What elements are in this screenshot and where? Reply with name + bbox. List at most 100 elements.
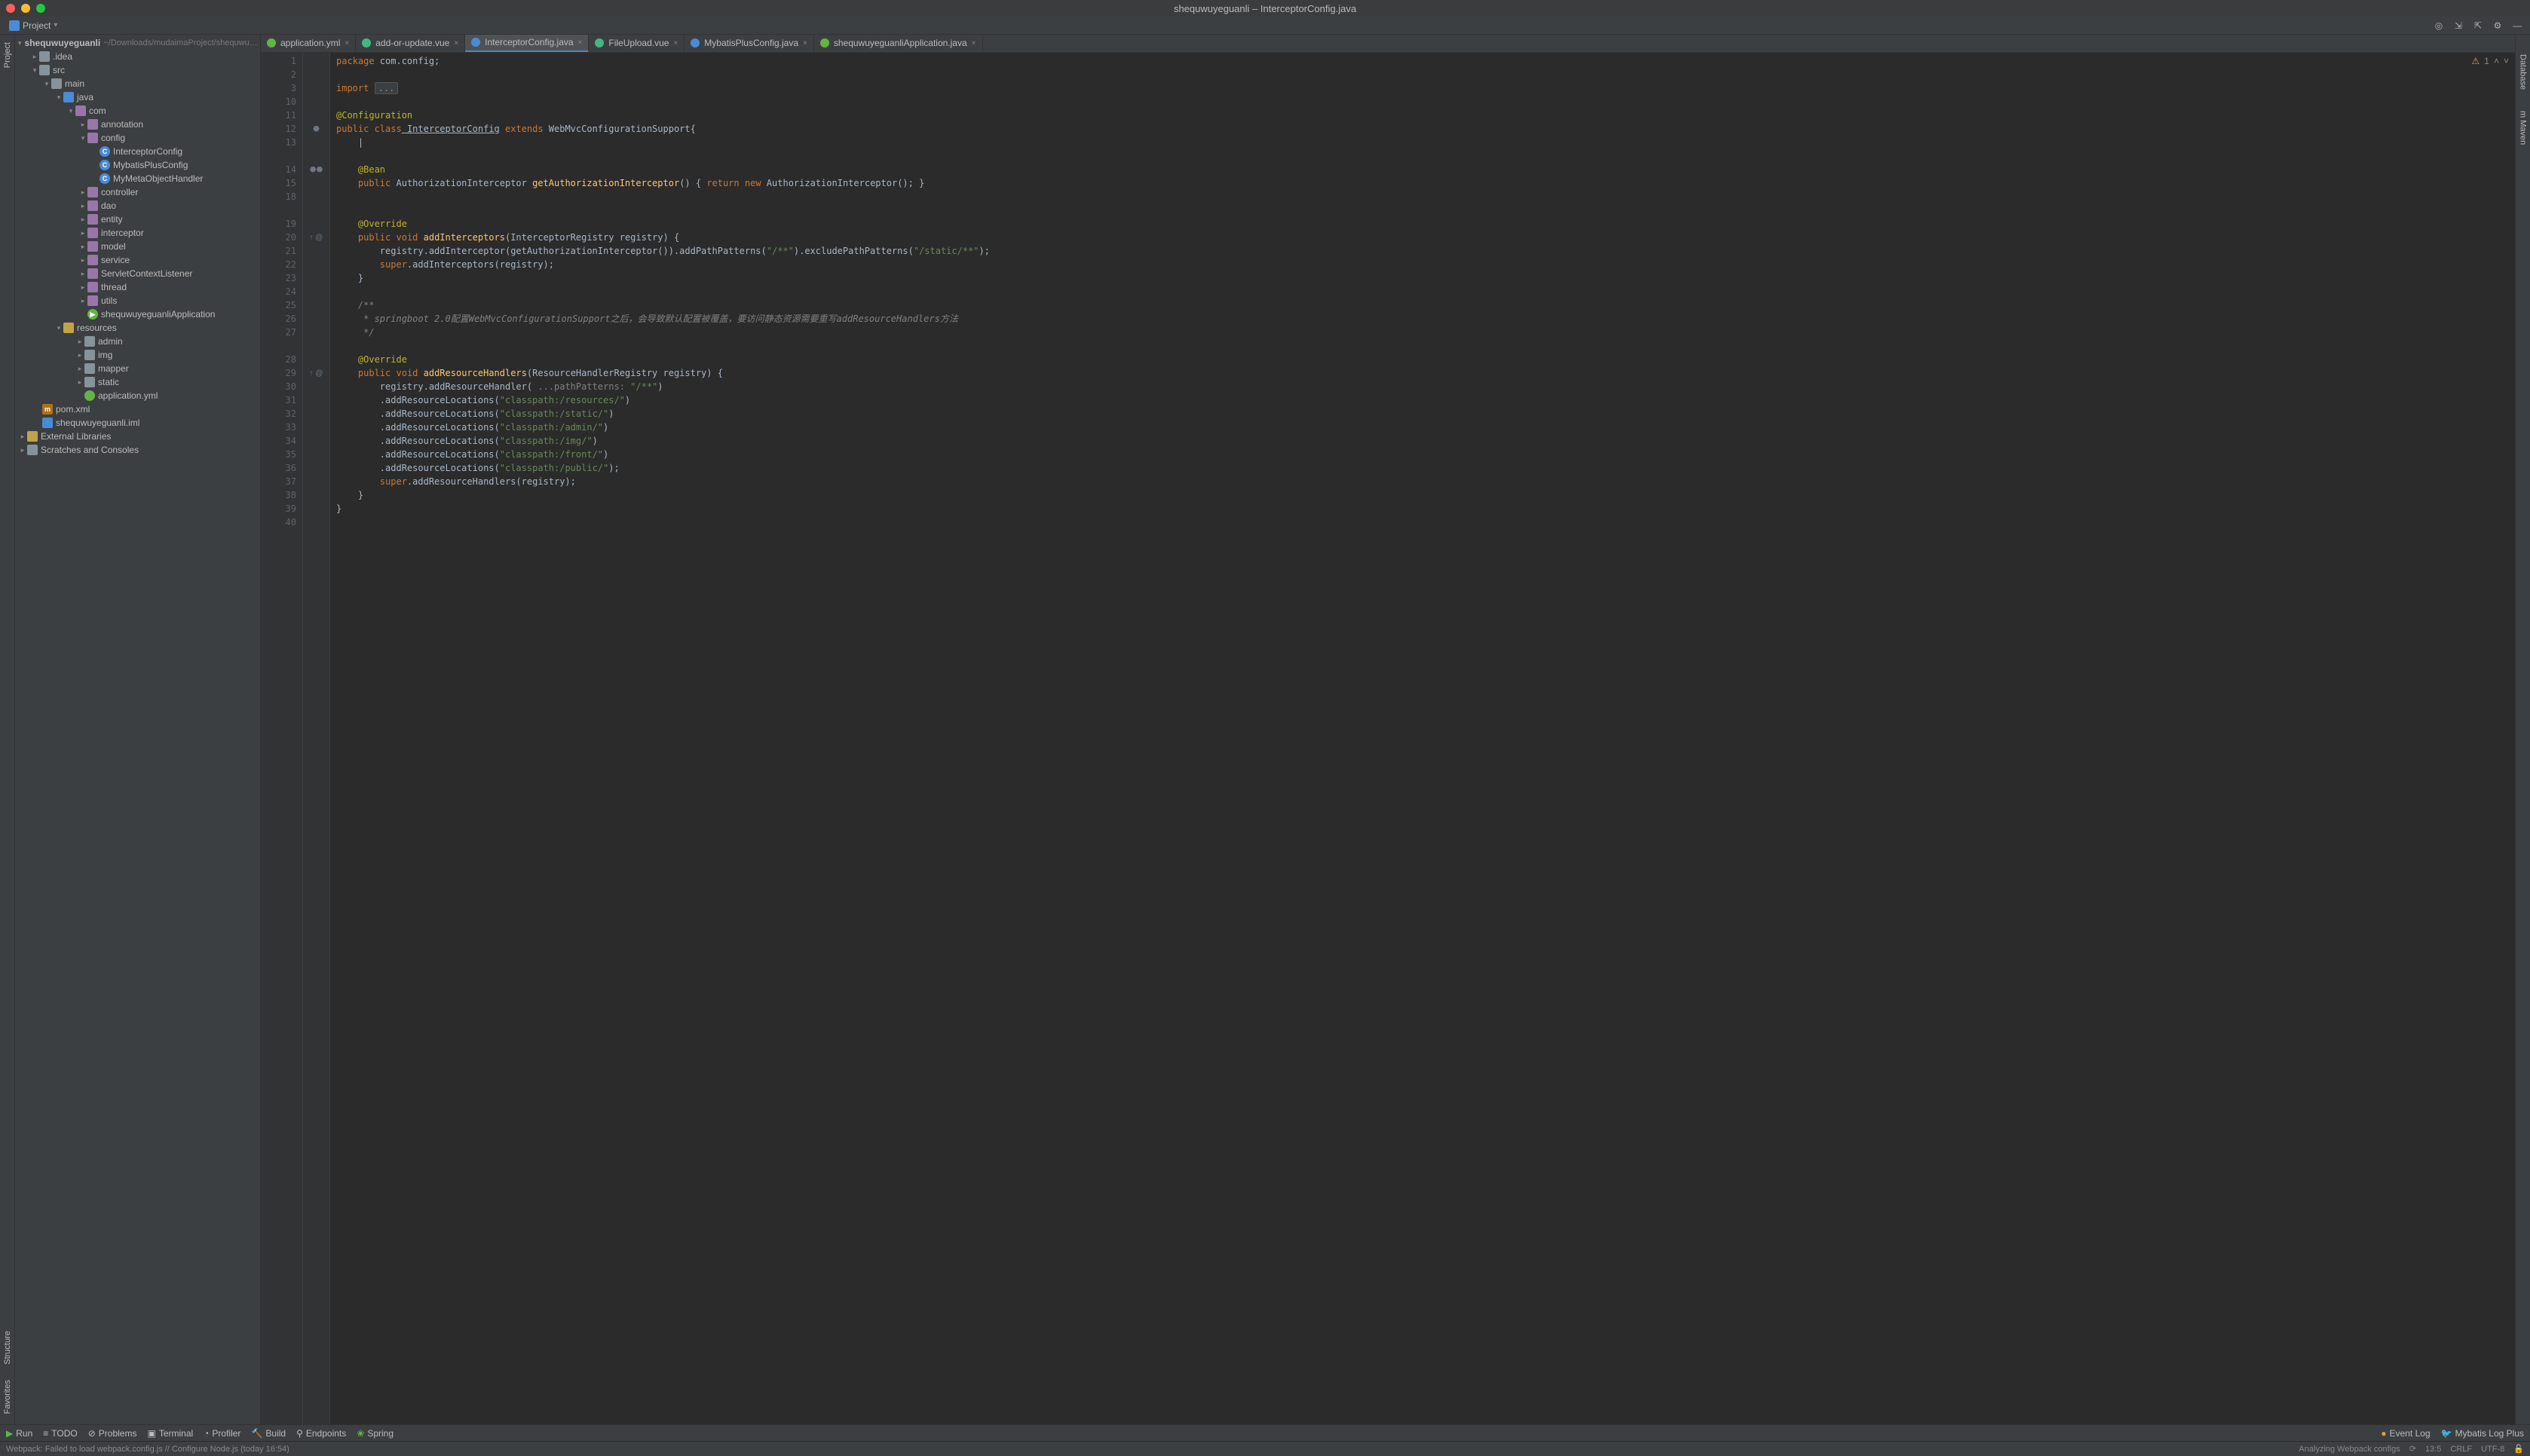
close-icon[interactable]: × xyxy=(673,39,678,47)
tree-idea[interactable]: ▸.idea xyxy=(15,50,260,63)
tab-fileupload[interactable]: FileUpload.vue× xyxy=(589,35,685,52)
tab-mybatisplusconfig[interactable]: MybatisPlusConfig.java× xyxy=(685,35,814,52)
tree-iml[interactable]: shequwuyeguanli.iml xyxy=(15,416,260,430)
maximize-icon[interactable] xyxy=(36,4,45,13)
marker-gutter: ⬣⬣⬣↑ @↑ @ xyxy=(303,53,330,1424)
close-icon[interactable]: × xyxy=(578,38,583,47)
project-tool-tab[interactable]: Project xyxy=(2,38,14,72)
warning-icon: ⚠ xyxy=(2472,56,2480,66)
vue-icon xyxy=(595,38,604,47)
tree-entity[interactable]: ▸entity xyxy=(15,213,260,226)
favorites-tool-tab[interactable]: Favorites xyxy=(2,1375,14,1418)
code-content[interactable]: package com.config; import ... @Configur… xyxy=(330,53,2515,1424)
status-bar: Webpack: Failed to load webpack.config.j… xyxy=(0,1441,2530,1456)
tree-mymetaobjecthandler[interactable]: CMyMetaObjectHandler xyxy=(15,172,260,185)
nav-collapse-icon[interactable]: ⇱ xyxy=(2470,17,2486,34)
java-class-icon xyxy=(691,38,700,47)
tab-app-java[interactable]: shequwuyeguanliApplication.java× xyxy=(814,35,983,52)
tree-appyml[interactable]: application.yml xyxy=(15,389,260,402)
editor-tabs: application.yml× add-or-update.vue× Inte… xyxy=(261,35,2515,53)
terminal-icon: ▣ xyxy=(147,1428,155,1439)
navbar: Project ▾ ◎ ⇲ ⇱ ⚙ — xyxy=(0,17,2530,35)
tree-src[interactable]: ▾src xyxy=(15,63,260,77)
tree-config[interactable]: ▾config xyxy=(15,131,260,145)
build-tool-button[interactable]: 🔨Build xyxy=(251,1428,286,1439)
terminal-tool-button[interactable]: ▣Terminal xyxy=(147,1428,193,1439)
tree-main[interactable]: ▾main xyxy=(15,77,260,90)
tree-utils[interactable]: ▸utils xyxy=(15,294,260,307)
tree-extlib[interactable]: ▸External Libraries xyxy=(15,430,260,443)
database-tool-tab[interactable]: Database xyxy=(2517,50,2529,94)
line-number-gutter: 1231011121314151819202122232425262728293… xyxy=(261,53,303,1424)
tree-scratches[interactable]: ▸Scratches and Consoles xyxy=(15,443,260,457)
build-icon: 🔨 xyxy=(251,1428,262,1439)
tree-static[interactable]: ▸static xyxy=(15,375,260,389)
nav-expand-icon[interactable]: ⇲ xyxy=(2450,17,2467,34)
project-tree[interactable]: ▾shequwuyeguanli~/Downloads/mudaimaProje… xyxy=(15,35,260,1424)
tree-interceptor[interactable]: ▸interceptor xyxy=(15,226,260,240)
maven-tool-tab[interactable]: m Maven xyxy=(2517,106,2529,149)
tree-controller[interactable]: ▸controller xyxy=(15,185,260,199)
status-position[interactable]: 13:5 xyxy=(2425,1445,2441,1454)
run-tool-button[interactable]: ▶Run xyxy=(6,1428,32,1439)
close-icon[interactable] xyxy=(6,4,15,13)
profiler-icon: ◔ xyxy=(204,1428,209,1439)
tree-root[interactable]: ▾shequwuyeguanli~/Downloads/mudaimaProje… xyxy=(15,36,260,50)
close-icon[interactable]: × xyxy=(454,39,458,47)
status-encoding[interactable]: UTF-8 xyxy=(2481,1445,2504,1454)
next-highlight-icon[interactable]: ˅ xyxy=(2504,56,2509,66)
tab-add-or-update[interactable]: add-or-update.vue× xyxy=(356,35,465,52)
status-progress-icon[interactable]: ⟳ xyxy=(2409,1444,2416,1454)
project-dropdown[interactable]: Project ▾ xyxy=(5,19,62,32)
inspection-widget[interactable]: ⚠ 1 ˄ ˅ xyxy=(2472,56,2509,66)
status-lock-icon[interactable]: 🔓 xyxy=(2513,1444,2524,1454)
hide-icon[interactable]: — xyxy=(2509,17,2525,34)
spring-icon: ❀ xyxy=(357,1428,364,1439)
status-analyzing: Analyzing Webpack configs xyxy=(2299,1445,2400,1454)
problems-tool-button[interactable]: ⊘Problems xyxy=(88,1428,137,1439)
editor-body[interactable]: 1231011121314151819202122232425262728293… xyxy=(261,53,2515,1424)
tree-java[interactable]: ▾java xyxy=(15,90,260,104)
close-icon[interactable]: × xyxy=(803,39,807,47)
traffic-lights xyxy=(6,4,45,13)
run-icon: ▶ xyxy=(6,1428,13,1439)
tree-dao[interactable]: ▸dao xyxy=(15,199,260,213)
tree-resources[interactable]: ▾resources xyxy=(15,321,260,335)
editor-area: application.yml× add-or-update.vue× Inte… xyxy=(261,35,2515,1424)
eventlog-button[interactable]: ●Event Log xyxy=(2381,1428,2430,1439)
spring-tool-button[interactable]: ❀Spring xyxy=(357,1428,394,1439)
tree-com[interactable]: ▾com xyxy=(15,104,260,118)
titlebar: shequwuyeguanli – InterceptorConfig.java xyxy=(0,0,2530,17)
status-line-sep[interactable]: CRLF xyxy=(2450,1445,2472,1454)
tree-appclass[interactable]: ▶shequwuyeguanliApplication xyxy=(15,307,260,321)
structure-tool-tab[interactable]: Structure xyxy=(2,1326,14,1369)
tree-service[interactable]: ▸service xyxy=(15,253,260,267)
project-icon xyxy=(9,20,20,31)
close-icon[interactable]: × xyxy=(972,39,976,47)
tree-model[interactable]: ▸model xyxy=(15,240,260,253)
left-gutter: Project Structure Favorites xyxy=(0,35,15,1424)
tree-img[interactable]: ▸img xyxy=(15,348,260,362)
vue-icon xyxy=(362,38,371,47)
profiler-tool-button[interactable]: ◔Profiler xyxy=(204,1428,240,1439)
tree-mapper[interactable]: ▸mapper xyxy=(15,362,260,375)
nav-target-icon[interactable]: ◎ xyxy=(2430,17,2447,34)
status-message[interactable]: Webpack: Failed to load webpack.config.j… xyxy=(6,1445,289,1454)
endpoints-tool-button[interactable]: ⚲Endpoints xyxy=(296,1428,346,1439)
tree-annotation[interactable]: ▸annotation xyxy=(15,118,260,131)
tab-application-yml[interactable]: application.yml× xyxy=(261,35,356,52)
tree-interceptorconfig[interactable]: CInterceptorConfig xyxy=(15,145,260,158)
tree-servletcontextlistener[interactable]: ▸ServletContextListener xyxy=(15,267,260,280)
tree-mybatisplusconfig[interactable]: CMybatisPlusConfig xyxy=(15,158,260,172)
minimize-icon[interactable] xyxy=(21,4,30,13)
tree-admin[interactable]: ▸admin xyxy=(15,335,260,348)
gear-icon[interactable]: ⚙ xyxy=(2489,17,2506,34)
tree-pom[interactable]: mpom.xml xyxy=(15,402,260,416)
close-icon[interactable]: × xyxy=(345,39,349,47)
mybatislog-button[interactable]: 🐦Mybatis Log Plus xyxy=(2441,1428,2524,1439)
tab-interceptorconfig[interactable]: InterceptorConfig.java× xyxy=(465,35,589,52)
warning-count: 1 xyxy=(2484,56,2489,66)
todo-tool-button[interactable]: ≡TODO xyxy=(43,1428,77,1439)
prev-highlight-icon[interactable]: ˄ xyxy=(2494,56,2499,66)
tree-thread[interactable]: ▸thread xyxy=(15,280,260,294)
